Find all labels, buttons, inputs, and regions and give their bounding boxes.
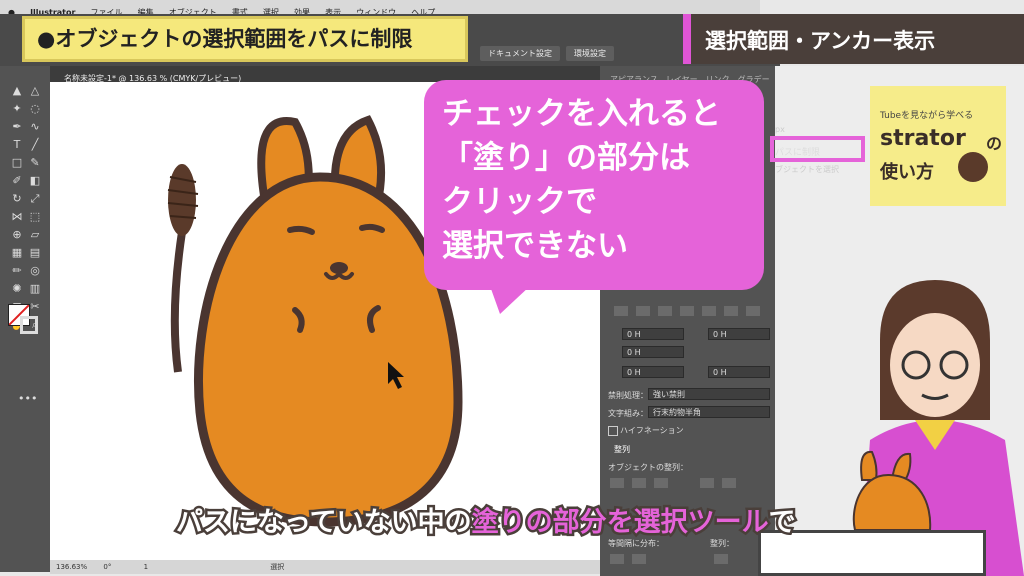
width-tool-icon[interactable]: ⋈ xyxy=(10,210,24,224)
free-transform-icon[interactable]: ⬚ xyxy=(28,210,42,224)
section-title: ●オブジェクトの選択範囲をパスに制限 xyxy=(37,27,413,51)
stroke-swatch[interactable] xyxy=(20,316,38,334)
magic-wand-icon[interactable]: ✦ xyxy=(10,102,24,116)
distribute-h-icon[interactable] xyxy=(632,554,646,564)
align-to-label: 整列： xyxy=(710,539,734,548)
graph-tool-icon[interactable]: ▥ xyxy=(28,282,42,296)
caption-part-3: で xyxy=(766,505,798,541)
subtitle-caption: パスになっていない中の塗りの部分を選択ツールで xyxy=(174,500,799,541)
align-obj-right-icon[interactable] xyxy=(654,478,668,488)
object-select-option[interactable]: ブジェクトを選択 xyxy=(775,164,839,175)
kinsoku-select[interactable]: 強い禁則 xyxy=(648,388,770,400)
distribute-spacing-label: 等間隔に分布： xyxy=(608,539,664,548)
distribute-v-icon[interactable] xyxy=(610,554,624,564)
small-rabbit-icon xyxy=(852,450,932,531)
first-line-indent-field[interactable]: 0 H xyxy=(622,346,684,358)
bubble-line-3: クリックで xyxy=(442,184,597,220)
direct-selection-icon[interactable]: △ xyxy=(28,84,42,98)
paintbrush-icon[interactable]: ✎ xyxy=(28,156,42,170)
thumbnail-title-particle: の xyxy=(986,134,1003,153)
bubble-line-4: 選択できない xyxy=(442,228,628,264)
thumbnail-title-2: 使い方 xyxy=(880,162,934,183)
align-panel-tab[interactable]: 整列 xyxy=(614,444,630,455)
align-left-icon[interactable] xyxy=(614,306,628,316)
align-right-icon[interactable] xyxy=(658,306,672,316)
hyphenation-checkbox[interactable] xyxy=(608,426,618,436)
scale-tool-icon[interactable]: ⤢ xyxy=(28,192,42,206)
unit-label: px xyxy=(775,125,785,134)
speech-bubble-text: チェックを入れると 「塗り」の部分は クリックで 選択できない xyxy=(442,92,762,268)
eyedropper-icon[interactable]: ✏ xyxy=(10,264,24,278)
rectangle-tool-icon[interactable]: □ xyxy=(10,156,24,170)
align-obj-hcenter-icon[interactable] xyxy=(632,478,646,488)
space-before-field[interactable]: 0 H xyxy=(622,366,684,378)
lasso-icon[interactable]: ◌ xyxy=(28,102,42,116)
justify-all-icon[interactable] xyxy=(746,306,760,316)
document-settings-button[interactable]: ドキュメント設定 xyxy=(480,46,560,61)
shaper-tool-icon[interactable]: ✐ xyxy=(10,174,24,188)
path-limit-highlight xyxy=(770,136,865,162)
rotation-value[interactable]: 0° xyxy=(103,563,111,571)
caption-part-2: 塗りの部分を選択ツール xyxy=(469,505,771,541)
bubble-line-2: 「塗り」の部分は xyxy=(442,140,690,176)
selection-tool-icon[interactable]: ▲ xyxy=(10,84,24,98)
justify-center-icon[interactable] xyxy=(702,306,716,316)
control-bar-buttons: ドキュメント設定 環境設定 xyxy=(480,46,614,61)
status-tool-name: 選択 xyxy=(270,563,285,571)
align-obj-top-icon[interactable] xyxy=(700,478,714,488)
eraser-icon[interactable]: ◧ xyxy=(28,174,42,188)
menu-bar: ● Illustrator ファイル 編集 オブジェクト 書式 選択 効果 表示… xyxy=(0,0,760,17)
bubble-line-1: チェックを入れると xyxy=(442,96,721,132)
chapter-title: 選択範囲・アンカー表示 xyxy=(705,29,936,53)
type-tool-icon[interactable]: T xyxy=(10,138,24,152)
justify-right-icon[interactable] xyxy=(724,306,738,316)
thumbnail-avatar xyxy=(958,152,988,182)
align-to-selection-icon[interactable] xyxy=(714,554,728,564)
perspective-icon[interactable]: ▱ xyxy=(28,228,42,242)
mojigumi-select[interactable]: 行末約物半角 xyxy=(648,406,770,418)
tools-panel: ▲ △ ✦ ◌ ✒ ∿ T ╱ □ ✎ ✐ ◧ ↻ ⤢ ⋈ ⬚ ⊕ ▱ ▦ ▤ … xyxy=(0,66,50,572)
gradient-tool-icon[interactable]: ▤ xyxy=(28,246,42,260)
chapter-title-banner: 選択範囲・アンカー表示 xyxy=(683,14,1024,64)
space-after-field[interactable]: 0 H xyxy=(708,366,770,378)
mojigumi-label: 文字組み： xyxy=(608,409,648,418)
shape-builder-icon[interactable]: ⊕ xyxy=(10,228,24,242)
artboard-number[interactable]: 1 xyxy=(144,563,148,571)
mesh-tool-icon[interactable]: ▦ xyxy=(10,246,24,260)
zoom-level[interactable]: 136.63% xyxy=(56,563,87,571)
align-center-icon[interactable] xyxy=(636,306,650,316)
hyphenation-label: ハイフネーション xyxy=(620,426,684,435)
align-objects-label: オブジェクトの整列： xyxy=(608,463,688,472)
slice-tool-icon[interactable]: ✂ xyxy=(28,300,42,314)
channel-thumbnail: Tubeを見ながら学べる strator の 使い方 xyxy=(870,86,1006,206)
kinsoku-label: 禁則処理： xyxy=(608,391,648,400)
align-obj-vcenter-icon[interactable] xyxy=(722,478,736,488)
speech-bubble-tail xyxy=(490,286,530,314)
section-title-banner: ●オブジェクトの選択範囲をパスに制限 xyxy=(22,16,468,62)
right-indent-field[interactable]: 0 H xyxy=(708,328,770,340)
preferences-button[interactable]: 環境設定 xyxy=(566,46,614,61)
chapter-accent-bar xyxy=(683,14,691,64)
caption-part-1: パスになっていない中の xyxy=(174,505,475,541)
curvature-icon[interactable]: ∿ xyxy=(28,120,42,134)
more-tools-icon[interactable]: ••• xyxy=(18,392,37,406)
symbol-sprayer-icon[interactable]: ✺ xyxy=(10,282,24,296)
align-obj-left-icon[interactable] xyxy=(610,478,624,488)
blend-tool-icon[interactable]: ◎ xyxy=(28,264,42,278)
rotate-tool-icon[interactable]: ↻ xyxy=(10,192,24,206)
justify-left-icon[interactable] xyxy=(680,306,694,316)
status-bar: 136.63% 0° 1 選択 xyxy=(50,560,600,574)
pen-tool-icon[interactable]: ✒ xyxy=(10,120,24,134)
thumbnail-title-1: strator xyxy=(880,126,966,151)
thumbnail-subtitle: Tubeを見ながら学べる xyxy=(880,111,974,121)
left-indent-field[interactable]: 0 H xyxy=(622,328,684,340)
line-tool-icon[interactable]: ╱ xyxy=(28,138,42,152)
